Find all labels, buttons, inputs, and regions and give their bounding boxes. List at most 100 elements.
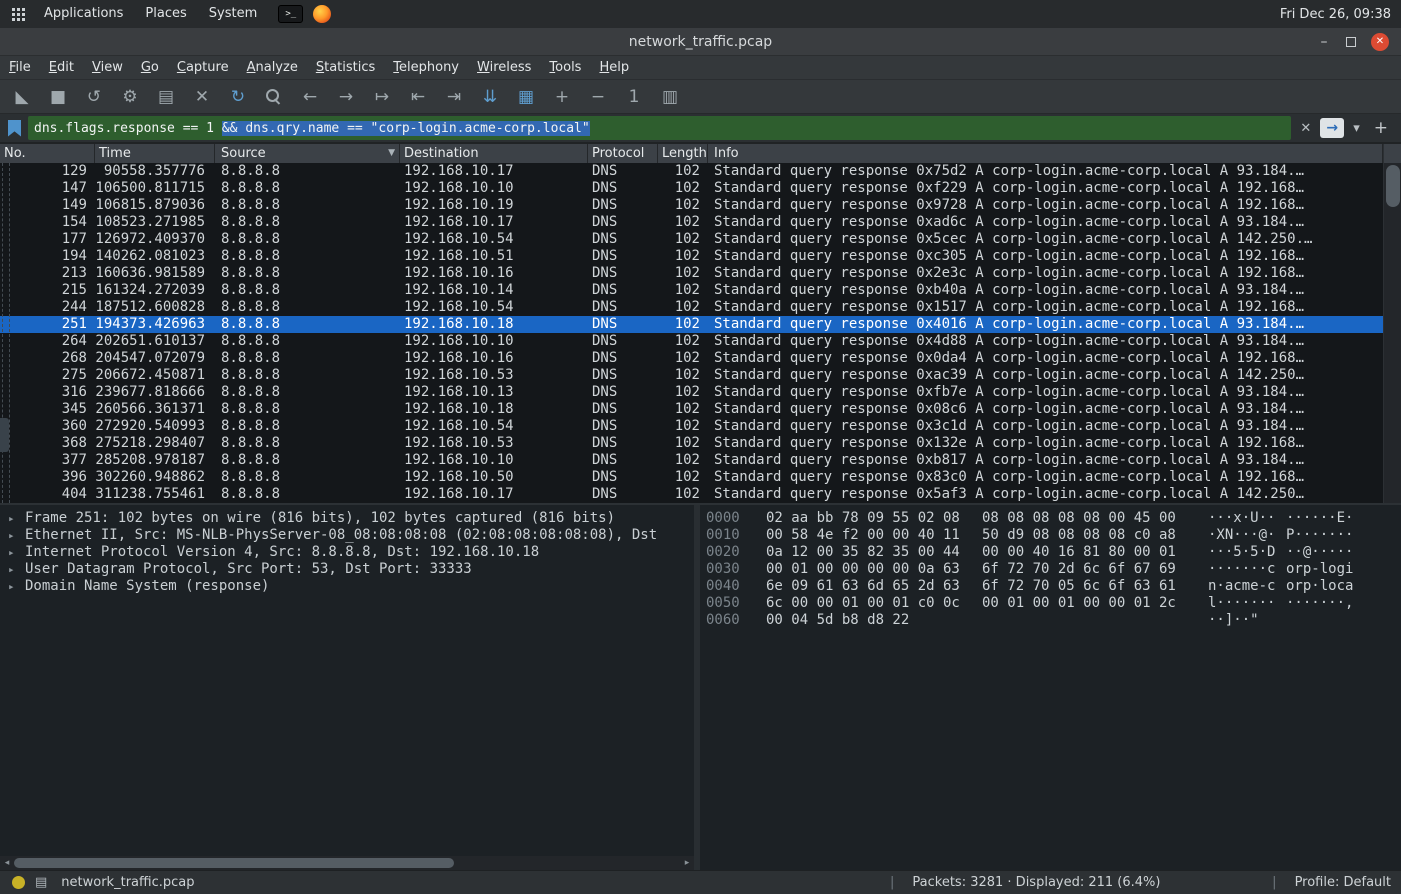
packet-row[interactable]: 129 90558.357776 8.8.8.8 192.168.10.17 DNS 10…	[0, 163, 1383, 180]
column-header-protocol[interactable]: Protocol	[588, 144, 658, 163]
profile-text[interactable]: Profile: Default	[1295, 875, 1391, 890]
packet-list-scrollbar[interactable]	[1383, 144, 1401, 503]
status-profile[interactable]: | Profile: Default	[1272, 875, 1391, 890]
go-back-icon[interactable]: ←	[298, 85, 322, 109]
packet-row[interactable]: 404 311238.755461 8.8.8.8 192.168.10.17 DNS 1…	[0, 486, 1383, 503]
packet-row[interactable]: 149 106815.879036 8.8.8.8 192.168.10.19 DNS 1…	[0, 197, 1383, 214]
scroll-left-icon[interactable]: ◂	[0, 856, 14, 870]
applications-grid-icon[interactable]	[12, 7, 25, 21]
detail-line[interactable]: ▸ Internet Protocol Version 4, Src: 8.8.8…	[8, 544, 694, 561]
reload-icon[interactable]: ↻	[226, 85, 250, 109]
menu-capture[interactable]: Capture	[168, 60, 238, 75]
close-file-icon[interactable]: ✕	[190, 85, 214, 109]
menu-go[interactable]: Go	[132, 60, 168, 75]
hex-row[interactable]: 0060 00 04 5d b8 d8 22 ··]··"	[706, 612, 1401, 629]
packet-row[interactable]: 377 285208.978187 8.8.8.8 192.168.10.10 DNS 1…	[0, 452, 1383, 469]
desktop-menu-places[interactable]: Places	[134, 0, 197, 28]
column-header-source[interactable]: Source ▼	[215, 144, 400, 163]
menu-view[interactable]: View	[83, 60, 132, 75]
menu-edit[interactable]: Edit	[40, 60, 83, 75]
filter-add-button[interactable]: +	[1369, 118, 1393, 138]
detail-line[interactable]: ▸ Domain Name System (response)	[8, 578, 694, 595]
expert-info-icon[interactable]	[12, 876, 25, 889]
scrollbar-thumb[interactable]	[14, 858, 454, 868]
capture-file-properties-icon[interactable]: ▤	[35, 875, 47, 890]
go-first-icon[interactable]: ⇤	[406, 85, 430, 109]
resize-columns-icon[interactable]: ▥	[658, 85, 682, 109]
detail-line[interactable]: ▸ User Datagram Protocol, Src Port: 53, D…	[8, 561, 694, 578]
scroll-right-icon[interactable]: ▸	[680, 856, 694, 870]
open-file-icon[interactable]: ▤	[154, 85, 178, 109]
packet-row[interactable]: 268 204547.072079 8.8.8.8 192.168.10.16 DNS 1…	[0, 350, 1383, 367]
packet-row[interactable]: 177 126972.409370 8.8.8.8 192.168.10.54 DNS 1…	[0, 231, 1383, 248]
hex-row[interactable]: 0040 6e 09 61 63 6d 65 2d 63 6f 72 70 05 6…	[706, 578, 1401, 595]
detail-line[interactable]: ▸ Frame 251: 102 bytes on wire (816 bits)…	[8, 510, 694, 527]
menu-tools[interactable]: Tools	[540, 60, 590, 75]
packet-row[interactable]: 360 272920.540993 8.8.8.8 192.168.10.54 DNS 1…	[0, 418, 1383, 435]
hex-row[interactable]: 0050 6c 00 00 01 00 01 c0 0c 00 01 00 01 0…	[706, 595, 1401, 612]
auto-scroll-icon[interactable]: ⇊	[478, 85, 502, 109]
menu-statistics[interactable]: Statistics	[307, 60, 384, 75]
hex-row[interactable]: 0030 00 01 00 00 00 00 0a 63 6f 72 70 2d 6…	[706, 561, 1401, 578]
expander-icon[interactable]: ▸	[8, 561, 25, 578]
packet-row[interactable]: 154 108523.271985 8.8.8.8 192.168.10.17 DNS 1…	[0, 214, 1383, 231]
packet-row[interactable]: 215 161324.272039 8.8.8.8 192.168.10.14 DNS 1…	[0, 282, 1383, 299]
packet-row[interactable]: 147 106500.811715 8.8.8.8 192.168.10.10 DNS 1…	[0, 180, 1383, 197]
desktop-menu-applications[interactable]: Applications	[33, 0, 134, 28]
minimize-button[interactable]: –	[1317, 34, 1331, 50]
maximize-button[interactable]	[1346, 36, 1356, 47]
menu-analyze[interactable]: Analyze	[238, 60, 307, 75]
expander-icon[interactable]: ▸	[8, 578, 25, 595]
filter-clear-icon[interactable]: ✕	[1298, 121, 1313, 136]
column-header-length[interactable]: Length	[658, 144, 708, 163]
capture-options-icon[interactable]: ⚙	[118, 85, 142, 109]
packet-row[interactable]: 345 260566.361371 8.8.8.8 192.168.10.18 DNS 1…	[0, 401, 1383, 418]
terminal-launcher-icon[interactable]: >_	[278, 5, 304, 23]
column-header-destination[interactable]: Destination	[400, 144, 588, 163]
hex-row[interactable]: 0000 02 aa bb 78 09 55 02 08 08 08 08 08 0…	[706, 510, 1401, 527]
pane-splitter-grip[interactable]	[0, 418, 9, 452]
firefox-launcher-icon[interactable]	[313, 5, 332, 23]
expander-icon[interactable]: ▸	[8, 527, 25, 544]
column-header-time[interactable]: Time	[95, 144, 215, 163]
clock[interactable]: Fri Dec 26, 09:38	[1280, 7, 1391, 22]
find-packet-icon[interactable]	[262, 85, 286, 109]
hex-row[interactable]: 0020 0a 12 00 35 82 35 00 44 00 00 40 16 8…	[706, 544, 1401, 561]
detail-line[interactable]: ▸ Ethernet II, Src: MS-NLB-PhysServer-08_…	[8, 527, 694, 544]
window-titlebar[interactable]: network_traffic.pcap – ✕	[0, 28, 1401, 56]
packet-row[interactable]: 368 275218.298407 8.8.8.8 192.168.10.53 DNS 1…	[0, 435, 1383, 452]
restart-capture-icon[interactable]: ↺	[82, 85, 106, 109]
filter-apply-icon[interactable]: →	[1320, 118, 1345, 138]
go-to-packet-icon[interactable]: ↦	[370, 85, 394, 109]
menu-telephony[interactable]: Telephony	[384, 60, 468, 75]
display-filter-input[interactable]: dns.flags.response == 1 && dns.qry.name …	[28, 116, 1292, 140]
menu-help[interactable]: Help	[590, 60, 638, 75]
stop-capture-icon[interactable]: ■	[46, 85, 70, 109]
scrollbar-thumb[interactable]	[1386, 165, 1400, 207]
packet-row[interactable]: 264 202651.610137 8.8.8.8 192.168.10.10 DNS 1…	[0, 333, 1383, 350]
expander-icon[interactable]: ▸	[8, 510, 25, 527]
go-forward-icon[interactable]: →	[334, 85, 358, 109]
hex-row[interactable]: 0010 00 58 4e f2 00 00 40 11 50 d9 08 08 0…	[706, 527, 1401, 544]
details-horizontal-scrollbar[interactable]: ◂ ▸	[0, 856, 694, 870]
close-button[interactable]: ✕	[1371, 32, 1389, 51]
start-capture-icon[interactable]: ◣	[10, 85, 34, 109]
packet-row[interactable]: 251 194373.426963 8.8.8.8 192.168.10.18 DNS 1…	[0, 316, 1383, 333]
packet-row[interactable]: 275 206672.450871 8.8.8.8 192.168.10.53 DNS 1…	[0, 367, 1383, 384]
zoom-out-icon[interactable]: −	[586, 85, 610, 109]
packet-row[interactable]: 316 239677.818666 8.8.8.8 192.168.10.13 DNS 1…	[0, 384, 1383, 401]
packet-row[interactable]: 194 140262.081023 8.8.8.8 192.168.10.51 DNS 1…	[0, 248, 1383, 265]
filter-bookmark-icon[interactable]	[8, 119, 21, 137]
packet-row[interactable]: 244 187512.600828 8.8.8.8 192.168.10.54 DNS 1…	[0, 299, 1383, 316]
column-dropdown-icon[interactable]: ▼	[388, 144, 395, 163]
column-header-no[interactable]: No.	[0, 144, 95, 163]
packet-row[interactable]: 396 302260.948862 8.8.8.8 192.168.10.50 DNS 1…	[0, 469, 1383, 486]
expander-icon[interactable]: ▸	[8, 544, 25, 561]
desktop-menu-system[interactable]: System	[198, 0, 268, 28]
go-last-icon[interactable]: ⇥	[442, 85, 466, 109]
zoom-in-icon[interactable]: +	[550, 85, 574, 109]
filter-dropdown-icon[interactable]: ▾	[1351, 121, 1362, 136]
menu-file[interactable]: File	[0, 60, 40, 75]
column-header-info[interactable]: Info	[708, 144, 1383, 163]
menu-wireless[interactable]: Wireless	[468, 60, 540, 75]
